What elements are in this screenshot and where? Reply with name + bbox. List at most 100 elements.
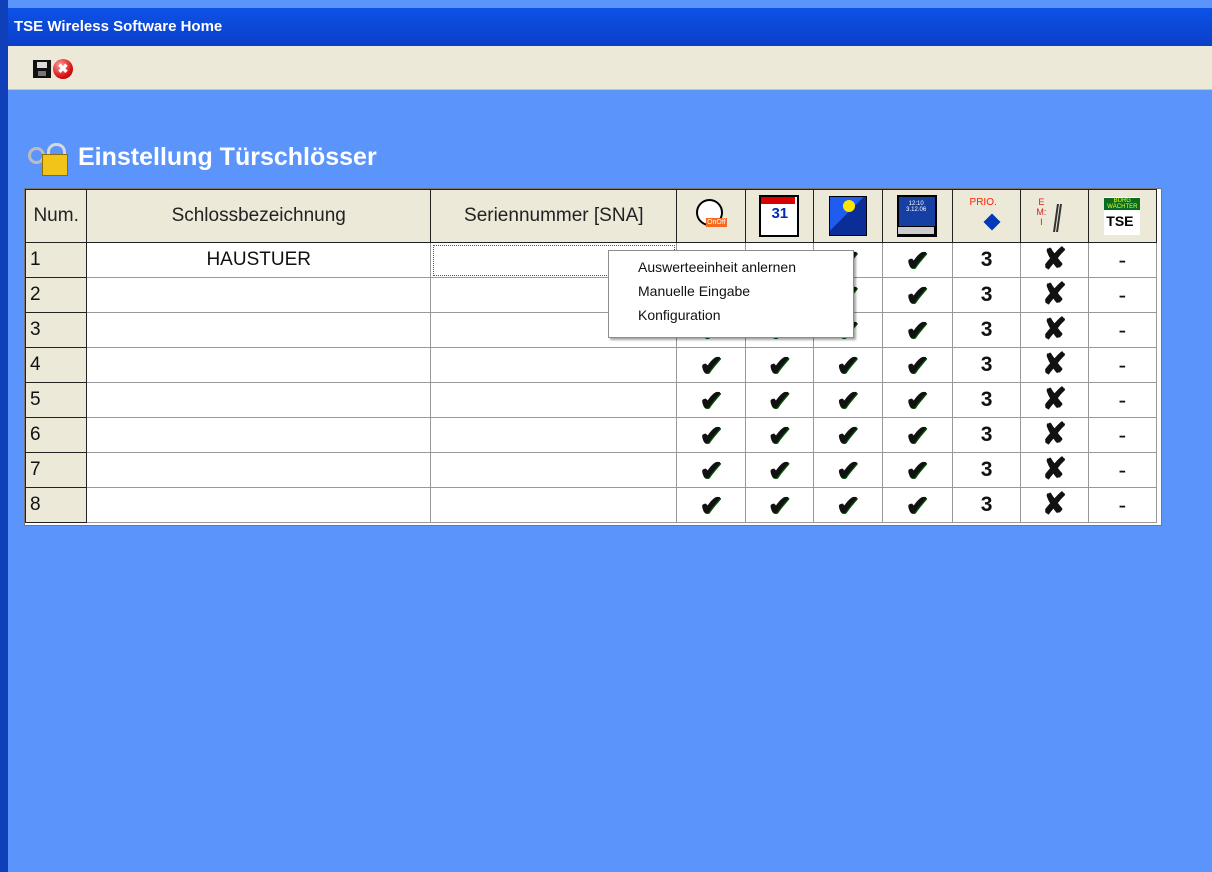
lock-name-cell[interactable]: [86, 277, 432, 313]
serial-number-cell[interactable]: [430, 487, 678, 523]
check-icon[interactable]: ✔: [676, 347, 746, 383]
x-icon[interactable]: ✘: [1020, 242, 1089, 278]
tse-value[interactable]: -: [1087, 347, 1158, 383]
close-button[interactable]: ✖: [51, 57, 75, 81]
column-header-clock-on-off[interactable]: [676, 189, 746, 243]
lock-name-cell[interactable]: HAUSTUER: [86, 242, 432, 278]
priority-value[interactable]: 3: [951, 452, 1022, 488]
x-icon[interactable]: ✘: [1020, 347, 1089, 383]
x-icon[interactable]: ✘: [1020, 277, 1089, 313]
check-icon[interactable]: ✔: [744, 417, 815, 453]
x-icon[interactable]: ✘: [1020, 487, 1089, 523]
lock-name-cell[interactable]: [86, 312, 432, 348]
table-row[interactable]: 1 HAUSTUER ✔ ✔ ✔ ✔ 3 ✘ -: [24, 242, 1158, 278]
lock-keys-icon: [26, 137, 70, 177]
table-row[interactable]: 6 ✔ ✔ ✔ ✔ 3 ✘ -: [24, 417, 1158, 453]
row-number: 1: [24, 242, 88, 278]
priority-value[interactable]: 3: [951, 417, 1022, 453]
priority-value[interactable]: 3: [951, 242, 1022, 278]
check-icon[interactable]: ✔: [881, 487, 953, 523]
check-icon[interactable]: ✔: [881, 452, 953, 488]
serial-number-cell[interactable]: [430, 347, 678, 383]
check-icon[interactable]: ✔: [744, 347, 815, 383]
column-header-tse[interactable]: [1087, 189, 1158, 243]
lock-name-cell[interactable]: [86, 347, 432, 383]
window-title: TSE Wireless Software Home: [14, 18, 223, 35]
lock-body-icon: [42, 154, 68, 176]
column-header-serial-number: Seriennummer [SNA]: [430, 189, 678, 243]
priority-value[interactable]: 3: [951, 347, 1022, 383]
priority-tag-icon: [969, 197, 1005, 235]
lock-name-cell[interactable]: [86, 417, 432, 453]
check-icon[interactable]: ✔: [744, 382, 815, 418]
check-icon[interactable]: ✔: [813, 487, 883, 523]
row-number: 4: [24, 347, 88, 383]
tse-value[interactable]: -: [1087, 312, 1158, 348]
check-icon[interactable]: ✔: [881, 242, 953, 278]
clock-on-off-icon: [693, 197, 729, 235]
column-header-emi[interactable]: [1020, 189, 1089, 243]
window-left-border: [0, 0, 8, 872]
table-header-row: Num. Schlossbezeichnung Seriennummer [SN…: [24, 189, 1158, 243]
tse-value[interactable]: -: [1087, 277, 1158, 313]
column-header-pc-time[interactable]: [881, 189, 953, 243]
lock-settings-table: Num. Schlossbezeichnung Seriennummer [SN…: [24, 189, 1158, 523]
row-number: 5: [24, 382, 88, 418]
tse-value[interactable]: -: [1087, 452, 1158, 488]
priority-value[interactable]: 3: [951, 487, 1022, 523]
page-title: Einstellung Türschlösser: [78, 142, 377, 171]
menu-item-auswerteeinheit-anlernen[interactable]: Auswerteeinheit anlernen: [638, 259, 796, 279]
priority-value[interactable]: 3: [951, 277, 1022, 313]
window-titlebar: TSE Wireless Software Home: [8, 8, 1212, 46]
lock-name-cell[interactable]: [86, 382, 432, 418]
sun-moon-icon: [828, 196, 867, 236]
column-header-priority[interactable]: [951, 189, 1022, 243]
x-icon[interactable]: ✘: [1020, 382, 1089, 418]
check-icon[interactable]: ✔: [813, 347, 883, 383]
priority-value[interactable]: 3: [951, 312, 1022, 348]
table-row[interactable]: 3 ✔ ✔ ✔ ✔ 3 ✘ -: [24, 312, 1158, 348]
tse-value[interactable]: -: [1087, 382, 1158, 418]
column-header-lock-name: Schlossbezeichnung: [86, 189, 432, 243]
check-icon[interactable]: ✔: [676, 452, 746, 488]
tse-value[interactable]: -: [1087, 487, 1158, 523]
table-row[interactable]: 7 ✔ ✔ ✔ ✔ 3 ✘ -: [24, 452, 1158, 488]
serial-number-cell[interactable]: [430, 382, 678, 418]
table-row[interactable]: 5 ✔ ✔ ✔ ✔ 3 ✘ -: [24, 382, 1158, 418]
check-icon[interactable]: ✔: [744, 487, 815, 523]
check-icon[interactable]: ✔: [744, 452, 815, 488]
menu-item-konfiguration[interactable]: Konfiguration: [638, 307, 721, 327]
column-header-calendar[interactable]: [744, 189, 815, 243]
check-icon[interactable]: ✔: [881, 312, 953, 348]
menu-item-manuelle-eingabe[interactable]: Manuelle Eingabe: [638, 283, 750, 303]
table-row[interactable]: 8 ✔ ✔ ✔ ✔ 3 ✘ -: [24, 487, 1158, 523]
row-number: 6: [24, 417, 88, 453]
tse-brand-icon: [1104, 197, 1141, 235]
check-icon[interactable]: ✔: [676, 382, 746, 418]
column-header-sun-moon[interactable]: [813, 189, 883, 243]
check-icon[interactable]: ✔: [676, 487, 746, 523]
check-icon[interactable]: ✔: [881, 417, 953, 453]
check-icon[interactable]: ✔: [813, 417, 883, 453]
check-icon[interactable]: ✔: [881, 382, 953, 418]
lock-name-cell[interactable]: [86, 487, 432, 523]
lock-name-cell[interactable]: [86, 452, 432, 488]
lock-settings-table-container: Num. Schlossbezeichnung Seriennummer [SN…: [24, 188, 1162, 526]
x-icon[interactable]: ✘: [1020, 417, 1089, 453]
table-row[interactable]: 2 ✔ ✔ ✔ ✔ 3 ✘ -: [24, 277, 1158, 313]
serial-number-cell[interactable]: [430, 417, 678, 453]
check-icon[interactable]: ✔: [813, 452, 883, 488]
check-icon[interactable]: ✔: [676, 417, 746, 453]
table-row[interactable]: 4 ✔ ✔ ✔ ✔ 3 ✘ -: [24, 347, 1158, 383]
tse-value[interactable]: -: [1087, 242, 1158, 278]
priority-value[interactable]: 3: [951, 382, 1022, 418]
serial-number-cell[interactable]: [430, 452, 678, 488]
row-number: 7: [24, 452, 88, 488]
x-icon[interactable]: ✘: [1020, 452, 1089, 488]
check-icon[interactable]: ✔: [881, 347, 953, 383]
x-icon[interactable]: ✘: [1020, 312, 1089, 348]
check-icon[interactable]: ✔: [881, 277, 953, 313]
check-icon[interactable]: ✔: [813, 382, 883, 418]
tse-value[interactable]: -: [1087, 417, 1158, 453]
row-number: 2: [24, 277, 88, 313]
